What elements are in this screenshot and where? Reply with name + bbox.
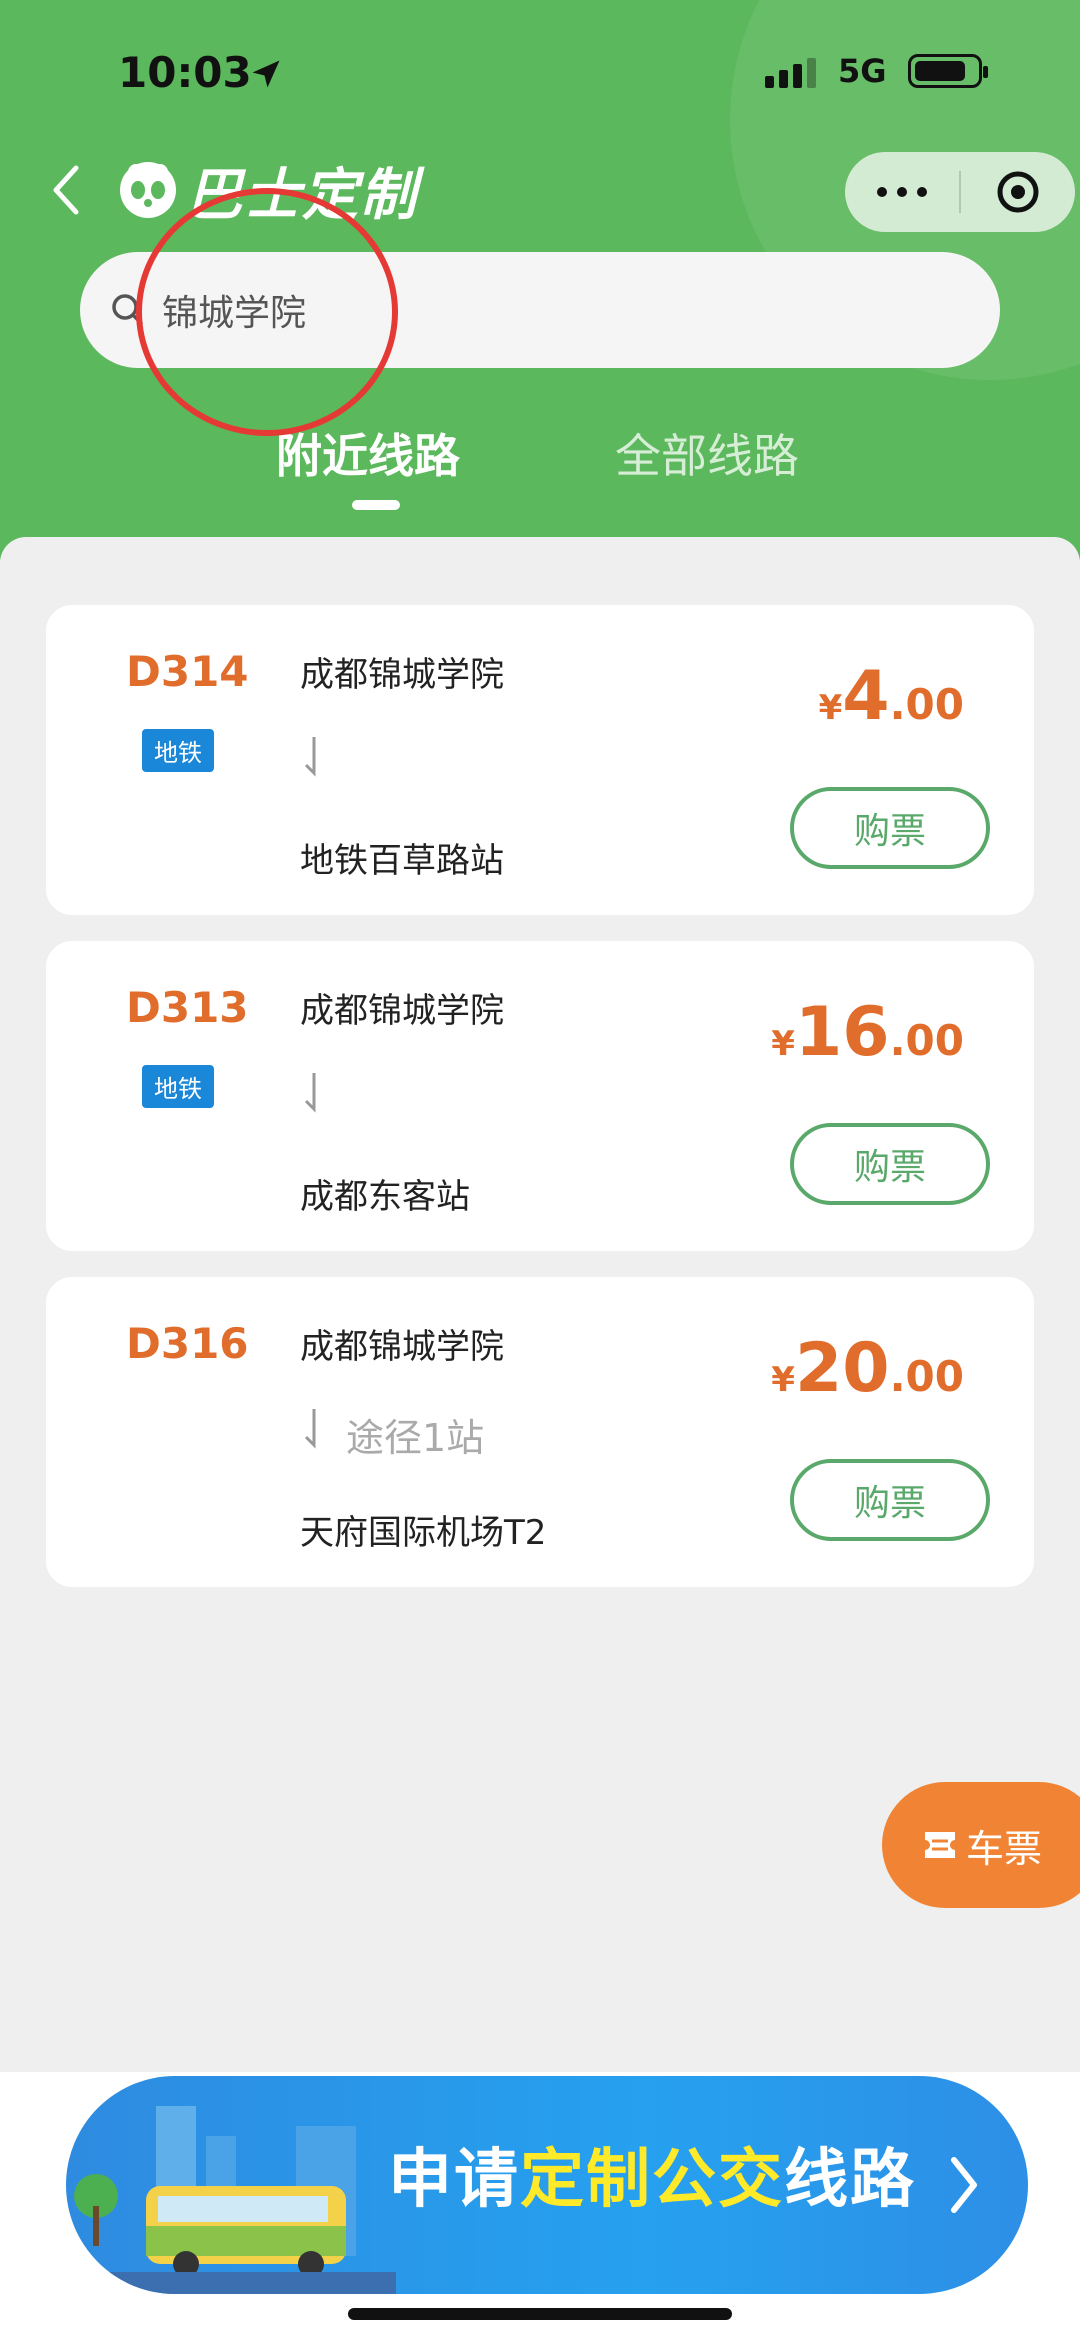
buy-ticket-button[interactable]: 购票 xyxy=(790,1459,990,1541)
buy-ticket-button[interactable]: 购票 xyxy=(790,1123,990,1205)
metro-badge: 地铁 xyxy=(142,729,214,772)
down-arrow-icon xyxy=(304,737,316,777)
my-tickets-button[interactable]: 车票 xyxy=(882,1782,1080,1908)
banner-text: 申请定制公交线路 xyxy=(388,2143,916,2217)
route-card[interactable]: D314 地铁 成都锦城学院 地铁百草路站 ¥4.00 购票 xyxy=(46,605,1034,915)
annotation-circle xyxy=(136,188,398,436)
route-price: ¥16.00 xyxy=(771,993,964,1072)
route-destination: 地铁百草路站 xyxy=(300,841,504,881)
route-origin: 成都锦城学院 xyxy=(300,991,504,1031)
route-code: D314 xyxy=(126,647,249,696)
route-price: ¥20.00 xyxy=(771,1329,964,1408)
home-indicator xyxy=(348,2308,732,2320)
bus-illustration xyxy=(66,2106,396,2294)
network-type: 5G xyxy=(838,52,887,90)
miniapp-capsule xyxy=(845,152,1075,232)
route-destination: 天府国际机场T2 xyxy=(300,1513,547,1553)
buy-ticket-button[interactable]: 购票 xyxy=(790,787,990,869)
metro-badge: 地铁 xyxy=(142,1065,214,1108)
location-arrow-icon xyxy=(252,60,280,88)
chevron-right-icon xyxy=(951,2157,977,2213)
status-bar: 10:03 5G xyxy=(0,40,1080,110)
route-destination: 成都东客站 xyxy=(300,1177,470,1217)
active-tab-indicator xyxy=(352,500,400,510)
route-code: D313 xyxy=(126,983,249,1032)
down-arrow-icon xyxy=(304,1409,316,1449)
back-arrow-icon[interactable] xyxy=(42,160,92,220)
tab-all-routes[interactable]: 全部线路 xyxy=(615,420,799,486)
route-price: ¥4.00 xyxy=(818,657,964,736)
apply-custom-route-banner[interactable]: 申请定制公交线路 xyxy=(66,2076,1028,2294)
route-code: D316 xyxy=(126,1319,249,1368)
route-card[interactable]: D313 地铁 成都锦城学院 成都东客站 ¥16.00 购票 xyxy=(46,941,1034,1251)
panda-logo-icon xyxy=(120,162,176,218)
signal-icon xyxy=(765,58,816,88)
down-arrow-icon xyxy=(304,1073,316,1113)
battery-icon xyxy=(908,54,988,88)
route-card[interactable]: D316 成都锦城学院 途径1站 天府国际机场T2 ¥20.00 购票 xyxy=(46,1277,1034,1587)
my-tickets-label: 车票 xyxy=(966,1826,1043,1871)
route-via: 途径1站 xyxy=(346,1416,485,1460)
status-time: 10:03 xyxy=(118,48,252,97)
route-origin: 成都锦城学院 xyxy=(300,1327,504,1367)
target-icon[interactable] xyxy=(961,169,1075,215)
route-origin: 成都锦城学院 xyxy=(300,655,504,695)
ticket-icon xyxy=(925,1832,955,1858)
more-dots-icon[interactable] xyxy=(845,187,959,197)
